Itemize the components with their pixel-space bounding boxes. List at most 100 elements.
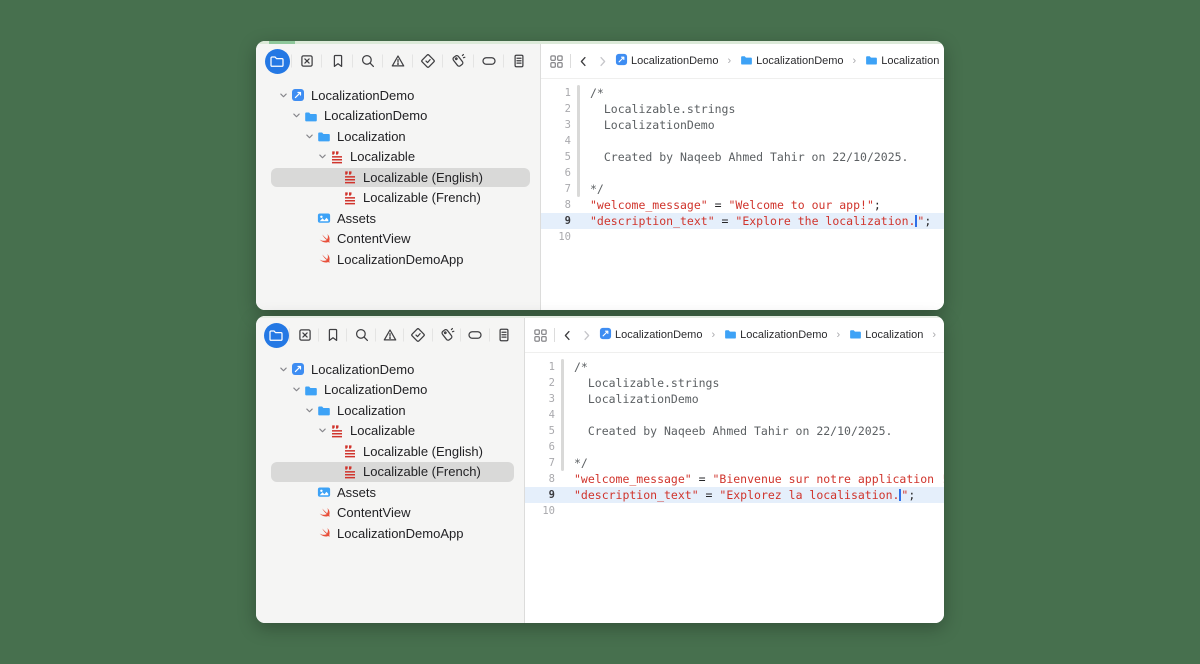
tree-item-localizable-french[interactable]: Localizable (French) — [256, 462, 524, 483]
disclosure-chevron-icon[interactable] — [302, 131, 317, 142]
line-number: 3 — [541, 119, 571, 131]
nav-issues-button[interactable] — [383, 44, 413, 78]
nav-reports-button[interactable] — [490, 318, 518, 352]
breadcrumb-item-localization[interactable]: Localization — [865, 53, 939, 69]
folder-fill-icon — [865, 53, 878, 69]
project-file-icon — [291, 88, 306, 102]
nav-bookmarks-button[interactable] — [322, 44, 352, 78]
swift-file-icon — [317, 526, 332, 540]
code-line-7[interactable]: 7*/ — [541, 181, 944, 197]
tree-item-label: LocalizationDemoApp — [337, 526, 463, 541]
tree-item-localizationdemo[interactable]: LocalizationDemo — [256, 380, 524, 401]
nav-tests-button[interactable] — [404, 318, 432, 352]
code-line-9[interactable]: 9"description_text" = "Explore the local… — [541, 213, 944, 229]
breadcrumb-item-localization[interactable]: Localization — [849, 327, 923, 343]
xcode-window-french-window: LocalizationDemoLocalizationDemoLocaliza… — [256, 316, 944, 623]
code-area[interactable]: 1/*2 Localizable.strings3 LocalizationDe… — [525, 353, 944, 623]
breadcrumb-item-localizationdemo[interactable]: LocalizationDemo — [599, 327, 702, 343]
related-items-grid-icon[interactable] — [533, 328, 548, 343]
nav-debug-button[interactable] — [433, 318, 461, 352]
nav-find-button[interactable] — [347, 318, 375, 352]
assets-file-icon — [317, 485, 332, 499]
code-text: */ — [590, 182, 604, 196]
forward-button[interactable] — [580, 329, 593, 342]
nav-project-navigator-button[interactable] — [262, 318, 290, 352]
code-line-6[interactable]: 6 — [541, 165, 944, 181]
tree-item-localizationdemo[interactable]: LocalizationDemo — [256, 106, 540, 127]
code-line-8[interactable]: 8"welcome_message" = "Welcome to our app… — [541, 197, 944, 213]
nav-bookmarks-button[interactable] — [319, 318, 347, 352]
tree-item-localization[interactable]: Localization — [256, 126, 540, 147]
disclosure-chevron-icon[interactable] — [315, 425, 330, 436]
nav-breakpoints-button[interactable] — [474, 44, 504, 78]
nav-project-navigator-button[interactable] — [262, 44, 292, 78]
editor-pane: LocalizationDemo›LocalizationDemo›Locali… — [525, 318, 944, 623]
code-line-8[interactable]: 8"welcome_message" = "Bienvenue sur notr… — [525, 471, 944, 487]
nav-tests-button[interactable] — [413, 44, 443, 78]
code-line-7[interactable]: 7*/ — [525, 455, 944, 471]
tree-item-localizationdemo[interactable]: LocalizationDemo — [256, 85, 540, 106]
code-line-1[interactable]: 1/* — [541, 85, 944, 101]
nav-issues-button[interactable] — [376, 318, 404, 352]
tree-item-localizable[interactable]: Localizable — [256, 147, 540, 168]
code-line-3[interactable]: 3 LocalizationDemo — [541, 117, 944, 133]
code-line-5[interactable]: 5 Created by Naqeeb Ahmed Tahir on 22/10… — [525, 423, 944, 439]
code-line-4[interactable]: 4 — [525, 407, 944, 423]
tree-item-localization[interactable]: Localization — [256, 400, 524, 421]
back-button[interactable] — [561, 329, 574, 342]
nav-xmark-square-button[interactable] — [292, 44, 322, 78]
breadcrumb-label: LocalizationDemo — [740, 329, 827, 341]
code-text: "description_text" = "Explore the locali… — [590, 214, 931, 228]
forward-button[interactable] — [596, 55, 609, 68]
tree-item-localizationdemoapp[interactable]: LocalizationDemoApp — [256, 523, 524, 544]
tree-item-label: LocalizationDemo — [324, 108, 427, 123]
nav-reports-button[interactable] — [504, 44, 534, 78]
tree-item-localizationdemoapp[interactable]: LocalizationDemoApp — [256, 249, 540, 270]
nav-find-button[interactable] — [353, 44, 383, 78]
tree-item-localizable[interactable]: Localizable — [256, 421, 524, 442]
code-line-2[interactable]: 2 Localizable.strings — [525, 375, 944, 391]
breadcrumb-item-localizationdemo[interactable]: LocalizationDemo — [724, 327, 827, 343]
tree-item-assets[interactable]: Assets — [256, 208, 540, 229]
tree-item-localizable-english[interactable]: Localizable (English) — [256, 441, 524, 462]
tree-item-localizable-french[interactable]: Localizable (French) — [256, 188, 540, 209]
code-line-9[interactable]: 9"description_text" = "Explorez la local… — [525, 487, 944, 503]
nav-debug-button[interactable] — [443, 44, 473, 78]
folder-fill-icon — [849, 327, 862, 343]
nav-breakpoints-button[interactable] — [461, 318, 489, 352]
code-line-1[interactable]: 1/* — [525, 359, 944, 375]
tree-item-localizable-english[interactable]: Localizable (English) — [256, 167, 540, 188]
line-number: 10 — [541, 231, 571, 243]
breadcrumb-separator: › — [711, 329, 715, 341]
disclosure-chevron-icon[interactable] — [276, 364, 291, 375]
search-icon — [360, 53, 376, 69]
code-area[interactable]: 1/*2 Localizable.strings3 LocalizationDe… — [541, 79, 944, 310]
disclosure-chevron-icon[interactable] — [289, 384, 304, 395]
code-token: ; — [874, 198, 881, 212]
code-line-6[interactable]: 6 — [525, 439, 944, 455]
bookmark-icon — [330, 53, 346, 69]
comment-ribbon — [561, 375, 564, 391]
code-token: "description_text" — [574, 488, 699, 502]
code-line-10[interactable]: 10 — [525, 503, 944, 519]
disclosure-chevron-icon[interactable] — [315, 151, 330, 162]
disclosure-chevron-icon[interactable] — [289, 110, 304, 121]
nav-xmark-square-button[interactable] — [290, 318, 318, 352]
code-line-10[interactable]: 10 — [541, 229, 944, 245]
code-line-3[interactable]: 3 LocalizationDemo — [525, 391, 944, 407]
comment-ribbon — [561, 471, 564, 487]
breadcrumb-item-localizationdemo[interactable]: LocalizationDemo — [740, 53, 843, 69]
code-line-4[interactable]: 4 — [541, 133, 944, 149]
related-items-grid-icon[interactable] — [549, 54, 564, 69]
breadcrumb-item-localizationdemo[interactable]: LocalizationDemo — [615, 53, 718, 69]
tree-item-contentview[interactable]: ContentView — [256, 229, 540, 250]
back-button[interactable] — [577, 55, 590, 68]
code-line-2[interactable]: 2 Localizable.strings — [541, 101, 944, 117]
code-line-5[interactable]: 5 Created by Naqeeb Ahmed Tahir on 22/10… — [541, 149, 944, 165]
disclosure-chevron-icon[interactable] — [276, 90, 291, 101]
tree-item-assets[interactable]: Assets — [256, 482, 524, 503]
tree-item-localizationdemo[interactable]: LocalizationDemo — [256, 359, 524, 380]
diamond-check-icon — [420, 53, 436, 69]
tree-item-contentview[interactable]: ContentView — [256, 503, 524, 524]
disclosure-chevron-icon[interactable] — [302, 405, 317, 416]
